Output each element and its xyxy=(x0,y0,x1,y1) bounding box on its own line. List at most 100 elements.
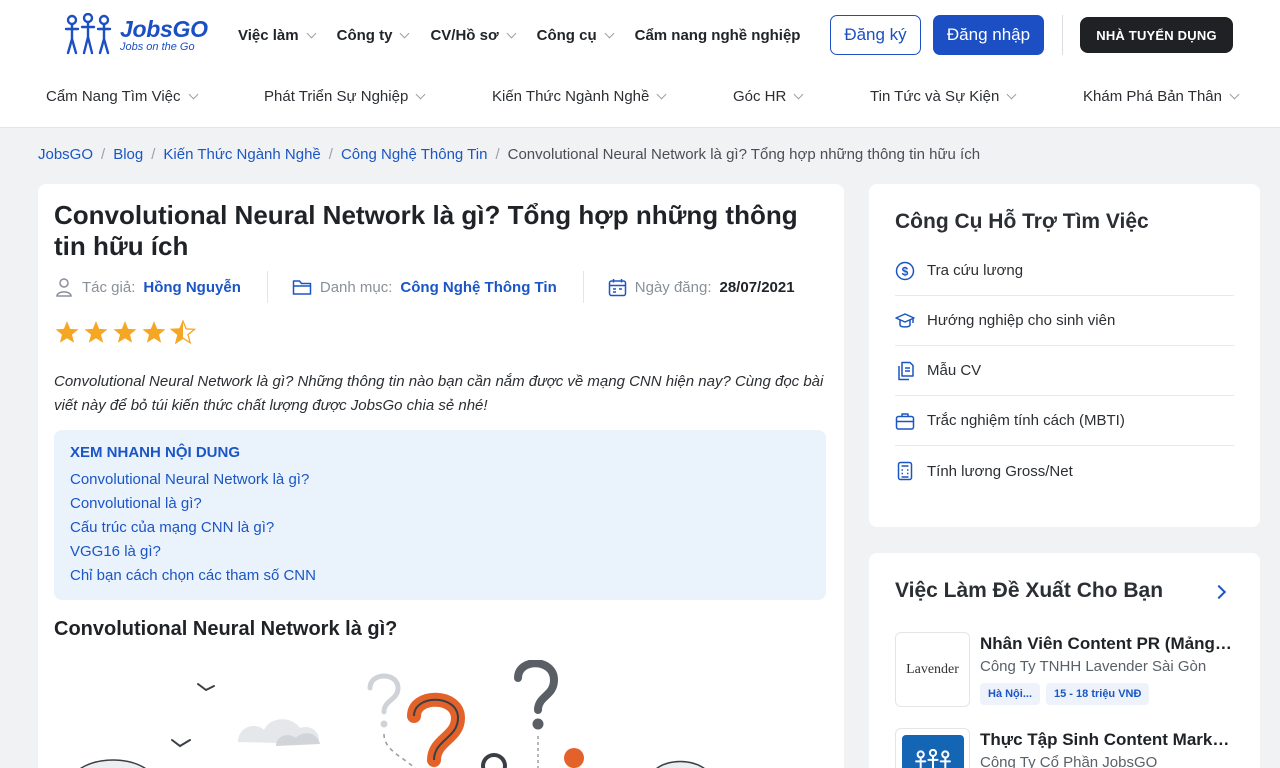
tool-label: Hướng nghiệp cho sinh viên xyxy=(927,312,1116,329)
star-rating[interactable] xyxy=(54,320,199,345)
tool-label: Trắc nghiệm tính cách (MBTI) xyxy=(927,412,1125,429)
topnav-tools-label: Công cụ xyxy=(536,26,597,44)
tool-cv-templates[interactable]: Mẫu CV xyxy=(895,346,1234,396)
author-link[interactable]: Hồng Nguyễn xyxy=(143,279,241,296)
subnav-hr-corner[interactable]: Góc HR xyxy=(733,88,804,105)
recommended-jobs-heading: Việc Làm Đề Xuất Cho Bạn xyxy=(895,579,1164,602)
topnav-tools[interactable]: Công cụ xyxy=(536,26,615,44)
topnav-companies-label: Công ty xyxy=(336,26,393,44)
star-icon[interactable] xyxy=(54,320,80,345)
tool-salary-lookup[interactable]: $ Tra cứu lương xyxy=(895,246,1234,296)
breadcrumb-separator: / xyxy=(328,146,333,163)
job-company[interactable]: Công Ty TNHH Lavender Sài Gòn xyxy=(980,658,1235,675)
chevron-down-icon xyxy=(306,28,317,38)
toc-link[interactable]: Convolutional là gì? xyxy=(70,492,810,516)
subnav-news-events[interactable]: Tin Tức và Sự Kiện xyxy=(870,88,1017,105)
subnav-job-search-guide[interactable]: Cẩm Nang Tìm Việc xyxy=(46,88,198,105)
chevron-down-icon xyxy=(656,89,667,100)
breadcrumb-it[interactable]: Công Nghệ Thông Tin xyxy=(341,146,488,163)
breadcrumb: JobsGO / Blog / Kiến Thức Ngành Nghề / C… xyxy=(38,146,980,163)
subnav-self-discovery[interactable]: Khám Phá Bản Thân xyxy=(1083,88,1240,105)
toc-link[interactable]: Convolutional Neural Network là gì? xyxy=(70,468,810,492)
chevron-down-icon xyxy=(188,89,198,100)
tool-mbti-test[interactable]: Trắc nghiệm tính cách (MBTI) xyxy=(895,396,1234,446)
category-link[interactable]: Công Nghệ Thông Tin xyxy=(400,279,556,296)
employer-button[interactable]: NHÀ TUYỂN DỤNG xyxy=(1080,17,1233,53)
topnav-cv-label: CV/Hồ sơ xyxy=(430,26,499,44)
people-logo-icon xyxy=(64,13,112,55)
breadcrumb-industry-knowledge[interactable]: Kiến Thức Ngành Nghề xyxy=(163,146,320,163)
salary-icon: $ xyxy=(895,261,915,280)
salary-badge: 15 - 18 triệu VNĐ xyxy=(1046,683,1150,705)
calculator-icon xyxy=(897,461,913,481)
breadcrumb-current: Convolutional Neural Network là gì? Tổng… xyxy=(507,146,981,163)
breadcrumb-home[interactable]: JobsGO xyxy=(38,146,93,163)
job-card[interactable]: Thực Tập Sinh Content Marketing Công Ty … xyxy=(895,728,1235,768)
topnav-career-guide[interactable]: Cẩm nang nghề nghiệp xyxy=(635,27,801,44)
folder-icon xyxy=(292,280,312,295)
toc-link[interactable]: VGG16 là gì? xyxy=(70,540,810,564)
people-logo-icon xyxy=(914,748,951,768)
article-intro: Convolutional Neural Network là gì? Nhữn… xyxy=(54,373,824,414)
job-tags: Hà Nội... 15 - 18 triệu VNĐ xyxy=(980,683,1155,705)
job-card[interactable]: Lavender Nhân Viên Content PR (Mảng Làm … xyxy=(895,632,1235,708)
job-company[interactable]: Công Ty Cổ Phần JobsGO xyxy=(980,754,1235,768)
job-title[interactable]: Thực Tập Sinh Content Marketing xyxy=(980,730,1235,750)
logo-tagline: Jobs on the Go xyxy=(120,40,195,53)
tool-career-orientation[interactable]: Hướng nghiệp cho sinh viên xyxy=(895,296,1234,346)
breadcrumb-blog[interactable]: Blog xyxy=(113,146,143,163)
publish-date: 28/07/2021 xyxy=(719,278,795,296)
topnav-companies[interactable]: Công ty xyxy=(336,26,410,44)
breadcrumb-separator: / xyxy=(151,146,156,163)
author-meta: Tác giả: Hồng Nguyễn xyxy=(54,277,241,297)
user-icon xyxy=(56,278,72,297)
subnav-label: Phát Triển Sự Nghiệp xyxy=(264,88,409,105)
tool-label: Mẫu CV xyxy=(927,362,982,379)
star-icon[interactable] xyxy=(112,320,138,345)
company-logo: Lavender xyxy=(895,632,970,707)
chevron-down-icon xyxy=(506,28,517,38)
subnav-career-development[interactable]: Phát Triển Sự Nghiệp xyxy=(264,88,426,105)
category-label: Danh mục: xyxy=(319,278,393,296)
breadcrumb-separator: / xyxy=(101,146,106,163)
chevron-down-icon xyxy=(1006,89,1017,100)
jobsgo-logo[interactable]: JobsGO Jobs on the Go xyxy=(62,12,212,58)
breadcrumb-separator: / xyxy=(495,146,500,163)
tool-label: Tính lương Gross/Net xyxy=(927,462,1073,480)
svg-text:$: $ xyxy=(902,264,909,278)
subnav-label: Kiến Thức Ngành Nghề xyxy=(492,88,650,105)
documents-icon xyxy=(898,361,914,380)
section-heading: Convolutional Neural Network là gì? xyxy=(54,618,398,640)
subnav-industry-knowledge[interactable]: Kiến Thức Ngành Nghề xyxy=(492,88,667,105)
company-logo xyxy=(895,728,970,768)
register-button[interactable]: Đăng ký xyxy=(830,15,921,55)
topnav-jobs-label: Việc làm xyxy=(238,26,299,44)
star-icon[interactable] xyxy=(83,320,109,345)
meta-divider xyxy=(582,271,584,303)
half-star-icon[interactable] xyxy=(170,320,196,345)
site-header: JobsGO Jobs on the Go Việc làm Công ty C… xyxy=(0,0,1280,128)
toc-link[interactable]: Cấu trúc của mạng CNN là gì? xyxy=(70,516,810,540)
date-label: Ngày đăng: xyxy=(634,278,712,296)
top-navigation: Việc làm Công ty CV/Hồ sơ Công cụ Cẩm na… xyxy=(238,0,822,70)
author-label: Tác giả: xyxy=(82,278,136,296)
lavender-logo-text: Lavender xyxy=(906,661,959,677)
job-title[interactable]: Nhân Viên Content PR (Mảng Làm Đẹp) xyxy=(980,634,1235,654)
tool-gross-net-calculator[interactable]: Tính lương Gross/Net xyxy=(895,446,1234,496)
recommended-jobs-card: Việc Làm Đề Xuất Cho Bạn Lavender Nhân V… xyxy=(869,553,1260,768)
question-marks-illustration xyxy=(80,660,705,768)
star-icon[interactable] xyxy=(141,320,167,345)
topnav-jobs[interactable]: Việc làm xyxy=(238,26,317,44)
chevron-right-icon[interactable] xyxy=(1211,584,1227,600)
category-meta: Danh mục: Công Nghệ Thông Tin xyxy=(292,278,557,296)
article-meta: Tác giả: Hồng Nguyễn Danh mục: Công Nghệ… xyxy=(54,270,795,304)
toc-link[interactable]: Chỉ bạn cách chọn các tham số CNN xyxy=(70,564,810,588)
topnav-cv[interactable]: CV/Hồ sơ xyxy=(430,26,517,44)
chevron-down-icon xyxy=(415,89,426,100)
login-button[interactable]: Đăng nhập xyxy=(933,15,1044,55)
subnav-label: Cẩm Nang Tìm Việc xyxy=(46,88,181,105)
calendar-icon xyxy=(608,278,627,296)
article-title: Convolutional Neural Network là gì? Tổng… xyxy=(54,200,798,261)
chevron-down-icon xyxy=(399,28,410,38)
subnav-label: Tin Tức và Sự Kiện xyxy=(870,88,1000,105)
